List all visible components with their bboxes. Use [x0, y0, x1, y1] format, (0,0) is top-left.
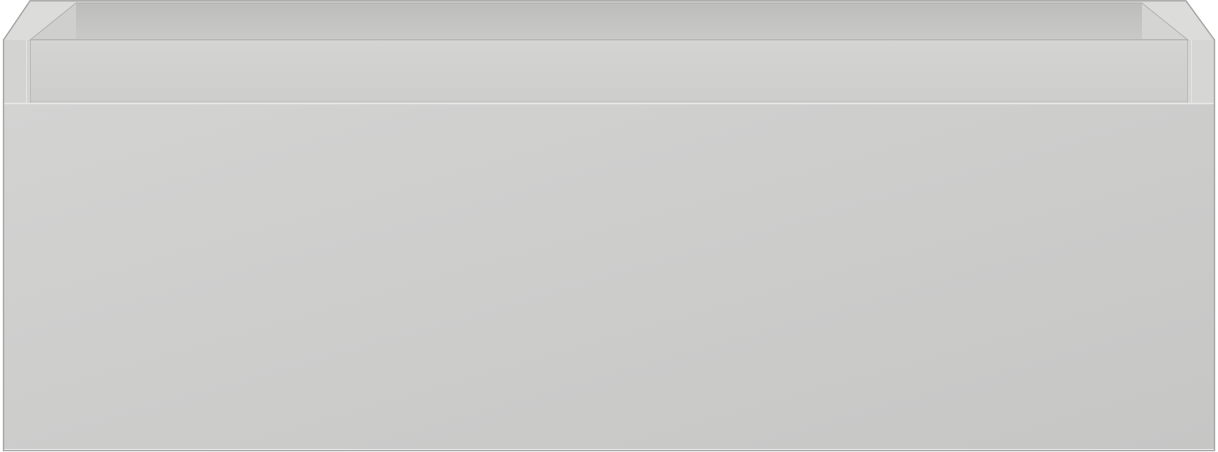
front-panel: [4, 103, 1214, 449]
drawer-scene: [0, 0, 1218, 452]
rim-band: [30, 40, 1188, 103]
inner-back-wall: [30, 3, 1142, 40]
drawer-illustration: [2, 0, 1216, 452]
